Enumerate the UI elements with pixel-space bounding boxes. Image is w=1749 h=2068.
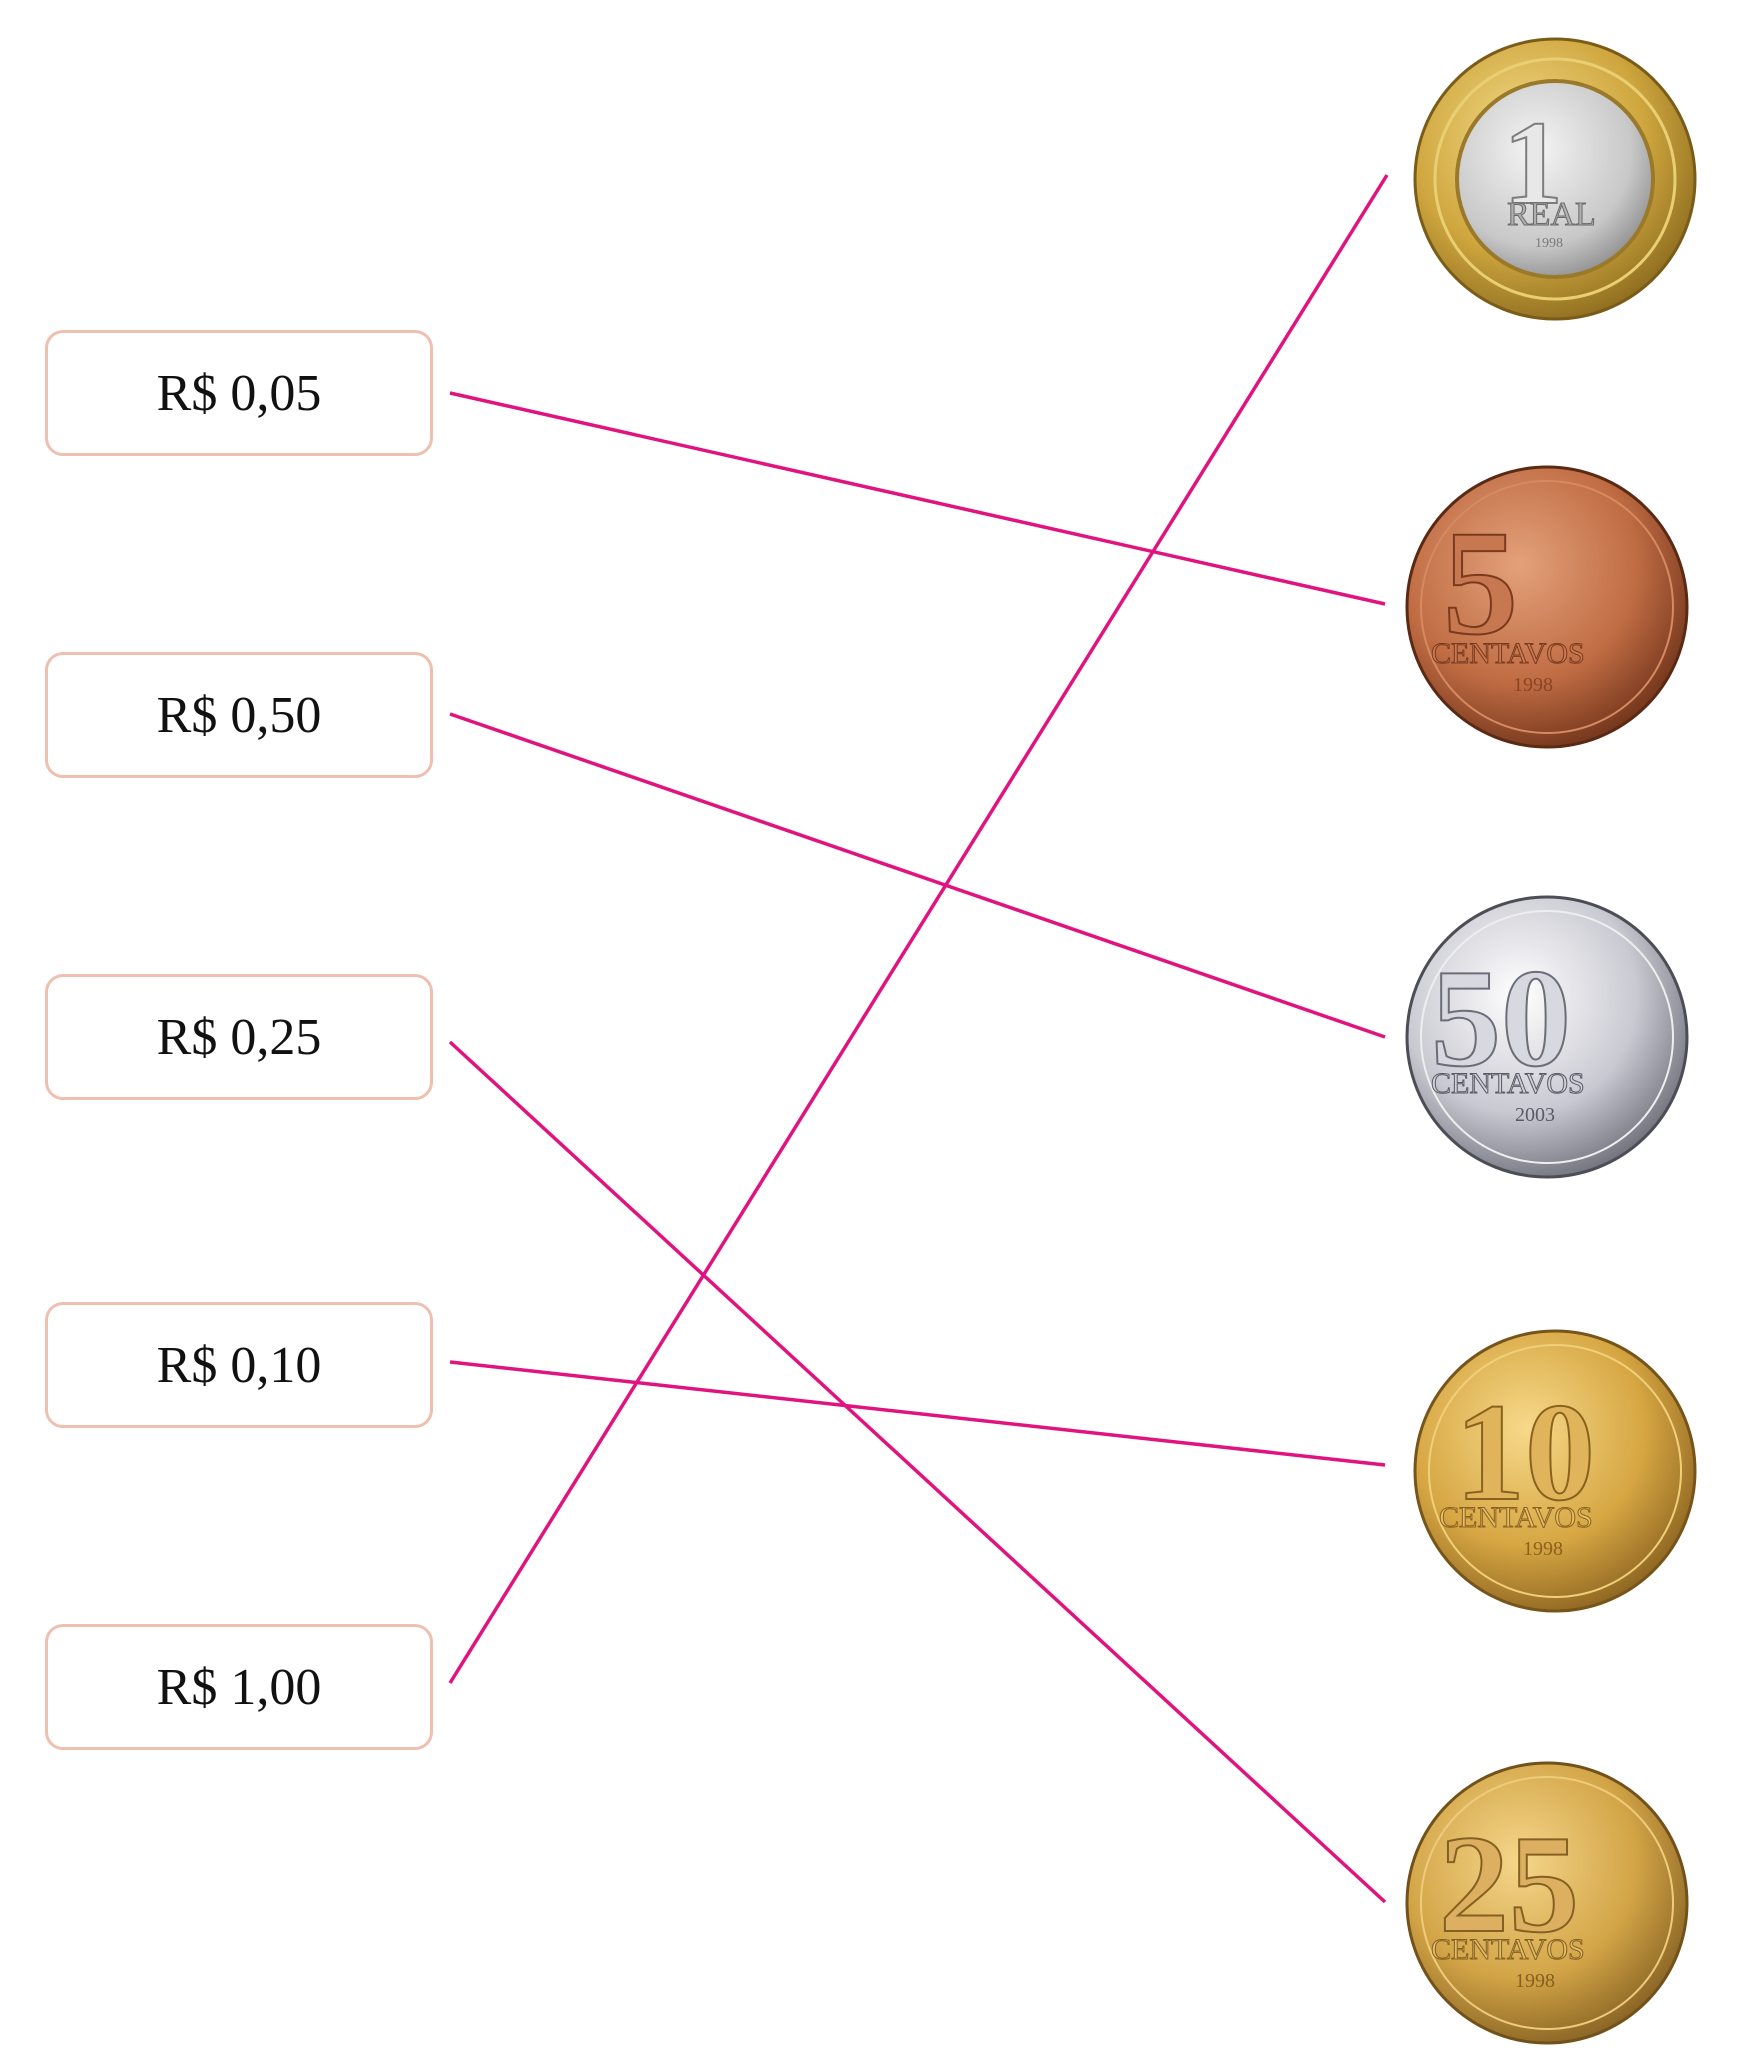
match-line-0-10 [449,1360,1386,1467]
match-line-0-05 [449,391,1386,606]
match-line-1-00 [448,174,1389,1684]
matching-lines [448,174,1389,1904]
match-line-0-25 [448,1040,1387,1904]
match-line-0-50 [449,712,1386,1039]
